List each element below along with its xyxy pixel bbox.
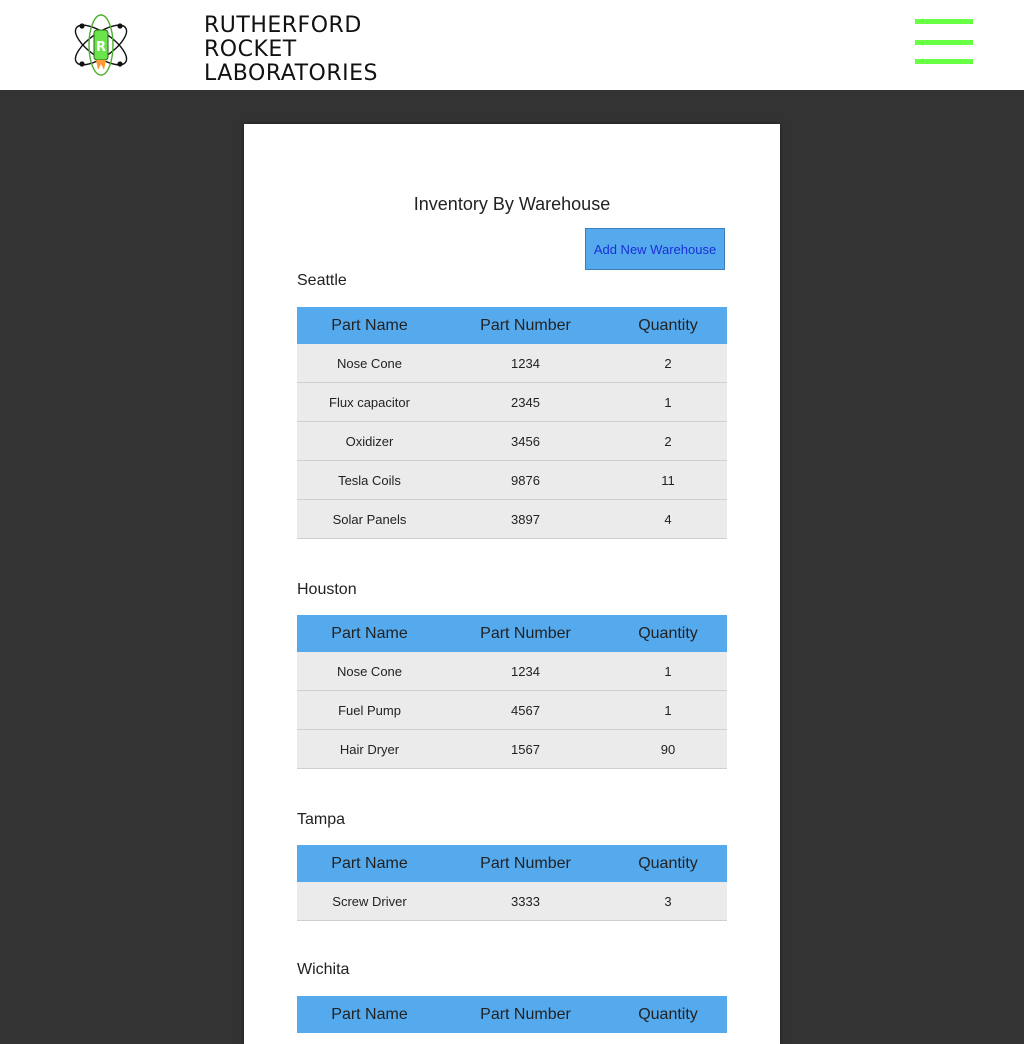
menu-bar: [915, 59, 973, 64]
quantity-cell: 1: [609, 690, 727, 730]
warehouse-name: Tampa: [297, 811, 346, 828]
part-number-cell: 4567: [442, 690, 609, 730]
column-header-part-name[interactable]: Part Name: [297, 615, 442, 652]
svg-text:R: R: [96, 40, 106, 55]
brand-line-2: ROCKET: [204, 37, 297, 62]
hamburger-menu-icon[interactable]: [915, 19, 973, 67]
site-header: R RUTHERFORD ROCKET LABORATORIES: [0, 0, 1024, 90]
column-header-part-name[interactable]: Part Name: [297, 307, 442, 344]
inventory-table: Part Name Part Number Quantity Screw Driver…: [297, 845, 727, 921]
quantity-cell: 2: [609, 421, 727, 461]
atom-rocket-icon[interactable]: R: [68, 10, 134, 80]
table-header-row: Part Name Part Number Quantity: [297, 845, 727, 882]
part-number-cell: 1234: [442, 652, 609, 691]
part-number-cell: 2345: [442, 382, 609, 422]
column-header-part-number[interactable]: Part Number: [442, 996, 609, 1033]
part-name-cell: Oxidizer: [297, 421, 442, 461]
part-name-cell: Nose Cone: [297, 344, 442, 383]
warehouse-name: Wichita: [297, 961, 350, 978]
part-name-cell: Fuel Pump: [297, 690, 442, 730]
menu-bar: [915, 40, 973, 45]
part-number-cell: 3333: [442, 882, 609, 921]
column-header-part-name[interactable]: Part Name: [297, 845, 442, 882]
part-name-cell: Tesla Coils: [297, 460, 442, 500]
column-header-part-number[interactable]: Part Number: [442, 615, 609, 652]
part-number-cell: 1234: [442, 344, 609, 383]
warehouse-name: Seattle: [297, 272, 347, 289]
column-header-quantity[interactable]: Quantity: [609, 996, 727, 1033]
table-header-row: Part Name Part Number Quantity: [297, 307, 727, 344]
part-number-cell: 3456: [442, 421, 609, 461]
quantity-cell: 3: [609, 882, 727, 921]
table-row[interactable]: Flux capacitor 2345 1: [297, 382, 727, 422]
quantity-cell: 1: [609, 382, 727, 422]
column-header-quantity[interactable]: Quantity: [609, 307, 727, 344]
table-row[interactable]: Nose Cone 1234 1: [297, 652, 727, 691]
brand-name[interactable]: RUTHERFORD ROCKET LABORATORIES: [204, 14, 378, 86]
part-number-cell: 3897: [442, 499, 609, 539]
column-header-part-number[interactable]: Part Number: [442, 845, 609, 882]
page-title: Inventory By Warehouse: [413, 194, 611, 214]
part-number-cell: 9876: [442, 460, 609, 500]
quantity-cell: 11: [609, 460, 727, 500]
brand-line-3: LABORATORIES: [204, 61, 378, 86]
part-name-cell: Flux capacitor: [297, 382, 442, 422]
table-header-row: Part Name Part Number Quantity: [297, 615, 727, 652]
table-row[interactable]: Tesla Coils 9876 11: [297, 460, 727, 500]
inventory-table: Part Name Part Number Quantity Nose Cone 123…: [297, 307, 727, 539]
table-row[interactable]: Screw Driver 3333 3: [297, 882, 727, 921]
quantity-cell: 2: [609, 344, 727, 383]
table-header-row: Part Name Part Number Quantity: [297, 996, 727, 1033]
table-row[interactable]: Oxidizer 3456 2: [297, 421, 727, 461]
table-row[interactable]: Solar Panels 3897 4: [297, 499, 727, 539]
part-number-cell: 1567: [442, 729, 609, 769]
quantity-cell: 1: [609, 652, 727, 691]
part-name-cell: Hair Dryer: [297, 729, 442, 769]
table-row[interactable]: Fuel Pump 4567 1: [297, 690, 727, 730]
inventory-table: Part Name Part Number Quantity: [297, 996, 727, 1033]
column-header-quantity[interactable]: Quantity: [609, 615, 727, 652]
quantity-cell: 4: [609, 499, 727, 539]
column-header-part-name[interactable]: Part Name: [297, 996, 442, 1033]
column-header-quantity[interactable]: Quantity: [609, 845, 727, 882]
part-name-cell: Screw Driver: [297, 882, 442, 921]
part-name-cell: Nose Cone: [297, 652, 442, 691]
add-new-warehouse-button[interactable]: Add New Warehouse: [585, 228, 725, 270]
menu-bar: [915, 19, 973, 24]
part-name-cell: Solar Panels: [297, 499, 442, 539]
quantity-cell: 90: [609, 729, 727, 769]
inventory-card: Inventory By Warehouse Add New Warehouse…: [244, 124, 780, 1044]
inventory-table: Part Name Part Number Quantity Nose Cone 123…: [297, 615, 727, 769]
table-row[interactable]: Hair Dryer 1567 90: [297, 729, 727, 769]
column-header-part-number[interactable]: Part Number: [442, 307, 609, 344]
table-row[interactable]: Nose Cone 1234 2: [297, 344, 727, 383]
brand-line-1: RUTHERFORD: [204, 13, 362, 38]
warehouse-name: Houston: [297, 581, 357, 598]
